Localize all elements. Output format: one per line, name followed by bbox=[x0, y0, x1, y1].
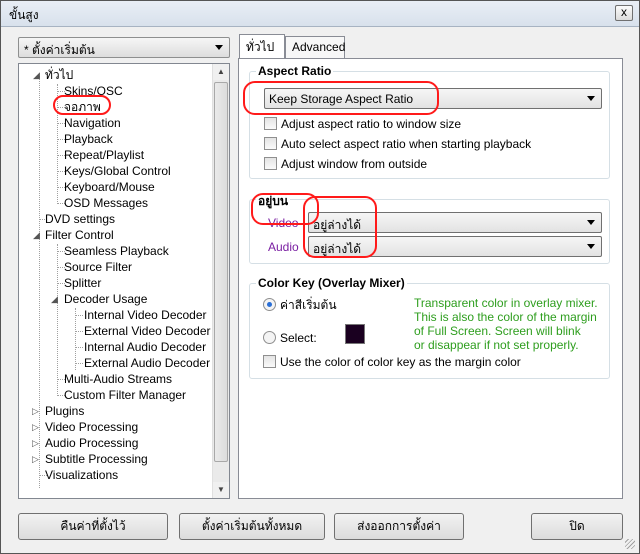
reset-all-button[interactable]: ตั้งค่าเริ่มต้นทั้งหมด bbox=[179, 513, 325, 540]
aspect-ratio-title: Aspect Ratio bbox=[256, 64, 334, 78]
chevron-down-icon bbox=[587, 220, 595, 225]
on-top-title: อยู่บน bbox=[256, 192, 291, 211]
tree-item-source-filter[interactable]: Source Filter bbox=[64, 259, 132, 275]
color-key-note: Transparent color in overlay mixer. This… bbox=[414, 296, 598, 352]
adjust-window-label: Adjust window from outside bbox=[281, 157, 428, 171]
default-color-label: ค่าสีเริ่มต้น bbox=[280, 298, 337, 312]
expand-icon[interactable]: ▷ bbox=[32, 419, 39, 435]
aspect-ratio-select[interactable]: Keep Storage Aspect Ratio bbox=[264, 88, 602, 109]
note-line: This is also the color of the margin bbox=[414, 310, 597, 324]
tree-item-filter-control[interactable]: Filter Control bbox=[45, 227, 114, 243]
tree-item-dvd-settings[interactable]: DVD settings bbox=[45, 211, 115, 227]
close-button[interactable]: ปิด bbox=[531, 513, 623, 540]
aspect-ratio-value: Keep Storage Aspect Ratio bbox=[269, 92, 414, 106]
settings-panel: Aspect Ratio Keep Storage Aspect Ratio A… bbox=[238, 58, 623, 499]
tree-item-general[interactable]: ทั่วไป bbox=[45, 67, 73, 83]
close-window-button[interactable]: x bbox=[615, 5, 633, 21]
default-color-option[interactable]: ค่าสีเริ่มต้น bbox=[263, 298, 337, 312]
window-title: ขั้นสูง bbox=[9, 8, 39, 22]
tree-item-subtitle-processing[interactable]: Subtitle Processing bbox=[45, 451, 148, 467]
preset-dropdown[interactable]: * ตั้งค่าเริ่มต้น bbox=[18, 37, 230, 58]
video-label: Video bbox=[268, 216, 299, 230]
audio-ontop-value: อยู่ล่างได้ bbox=[313, 242, 362, 256]
tree-item-display[interactable]: จอภาพ bbox=[64, 99, 101, 115]
select-color-option[interactable]: Select: bbox=[263, 331, 317, 345]
note-line: or disappear if not set properly. bbox=[414, 338, 579, 352]
tree-item-external-video-decoder[interactable]: External Video Decoder bbox=[84, 323, 211, 339]
expand-icon[interactable]: ▷ bbox=[32, 451, 39, 467]
auto-aspect-option[interactable]: Auto select aspect ratio when starting p… bbox=[264, 137, 531, 151]
tab-advanced[interactable]: Advanced bbox=[285, 36, 345, 58]
reset-button[interactable]: คืนค่าที่ตั้งไว้ bbox=[18, 513, 168, 540]
scroll-up-icon[interactable]: ▲ bbox=[213, 64, 229, 80]
tree-item-audio-processing[interactable]: Audio Processing bbox=[45, 435, 138, 451]
tree-item-keyboard-mouse[interactable]: Keyboard/Mouse bbox=[64, 179, 155, 195]
tree-scrollbar[interactable]: ▲ ▼ bbox=[212, 64, 229, 498]
chevron-down-icon bbox=[215, 45, 223, 50]
settings-tree[interactable]: ◢ ทั่วไป Skins/OSC จอภาพ Navigation Play… bbox=[18, 63, 230, 499]
tab-general[interactable]: ทั่วไป bbox=[239, 34, 285, 58]
tree-item-playback[interactable]: Playback bbox=[64, 131, 113, 147]
adjust-aspect-option[interactable]: Adjust aspect ratio to window size bbox=[264, 117, 461, 131]
tree-item-video-processing[interactable]: Video Processing bbox=[45, 419, 138, 435]
margin-color-option[interactable]: Use the color of color key as the margin… bbox=[263, 355, 521, 369]
chevron-down-icon bbox=[587, 244, 595, 249]
default-color-radio[interactable] bbox=[263, 298, 276, 311]
preset-value: * ตั้งค่าเริ่มต้น bbox=[24, 43, 95, 57]
tree-item-external-audio-decoder[interactable]: External Audio Decoder bbox=[84, 355, 210, 371]
expand-icon[interactable]: ▷ bbox=[32, 403, 39, 419]
tree-item-splitter[interactable]: Splitter bbox=[64, 275, 101, 291]
auto-aspect-label: Auto select aspect ratio when starting p… bbox=[281, 137, 532, 151]
tree-item-keys-global-control[interactable]: Keys/Global Control bbox=[64, 163, 171, 179]
on-top-group: อยู่บน Video อยู่ล่างได้ Audio อยู่ล่างไ… bbox=[249, 192, 610, 264]
title-bar[interactable]: ขั้นสูง x bbox=[1, 1, 639, 27]
collapse-icon[interactable]: ◢ bbox=[33, 227, 40, 243]
tree-item-osd-messages[interactable]: OSD Messages bbox=[64, 195, 148, 211]
scrollbar-thumb[interactable] bbox=[214, 82, 228, 462]
scroll-down-icon[interactable]: ▼ bbox=[213, 482, 229, 498]
adjust-window-checkbox[interactable] bbox=[264, 157, 277, 170]
tree-item-multi-audio-streams[interactable]: Multi-Audio Streams bbox=[64, 371, 172, 387]
tree-item-internal-audio-decoder[interactable]: Internal Audio Decoder bbox=[84, 339, 206, 355]
export-settings-button[interactable]: ส่งออกการตั้งค่า bbox=[334, 513, 464, 540]
audio-ontop-select[interactable]: อยู่ล่างได้ bbox=[308, 236, 602, 257]
chevron-down-icon bbox=[587, 96, 595, 101]
tree-item-repeat-playlist[interactable]: Repeat/Playlist bbox=[64, 147, 144, 163]
aspect-ratio-group: Aspect Ratio Keep Storage Aspect Ratio A… bbox=[249, 64, 610, 179]
collapse-icon[interactable]: ◢ bbox=[51, 291, 58, 307]
adjust-aspect-label: Adjust aspect ratio to window size bbox=[281, 117, 462, 131]
color-key-group: Color Key (Overlay Mixer) ค่าสีเริ่มต้น … bbox=[249, 276, 610, 379]
advanced-settings-window: ขั้นสูง x * ตั้งค่าเริ่มต้น ◢ ทั่วไป Ski… bbox=[0, 0, 640, 554]
tree-item-seamless-playback[interactable]: Seamless Playback bbox=[64, 243, 169, 259]
tree-item-navigation[interactable]: Navigation bbox=[64, 115, 121, 131]
tree-item-custom-filter-manager[interactable]: Custom Filter Manager bbox=[64, 387, 186, 403]
note-line: Transparent color in overlay mixer. bbox=[414, 296, 598, 310]
margin-color-checkbox[interactable] bbox=[263, 355, 276, 368]
select-color-radio[interactable] bbox=[263, 331, 276, 344]
select-color-label: Select: bbox=[280, 331, 317, 345]
color-key-title: Color Key (Overlay Mixer) bbox=[256, 276, 407, 290]
tree-item-skins-osc[interactable]: Skins/OSC bbox=[64, 83, 123, 99]
close-icon: x bbox=[621, 5, 627, 19]
resize-grip-icon[interactable] bbox=[625, 539, 635, 549]
margin-color-label: Use the color of color key as the margin… bbox=[280, 355, 521, 369]
adjust-aspect-checkbox[interactable] bbox=[264, 117, 277, 130]
expand-icon[interactable]: ▷ bbox=[32, 435, 39, 451]
color-swatch[interactable] bbox=[345, 324, 365, 344]
collapse-icon[interactable]: ◢ bbox=[33, 67, 40, 83]
auto-aspect-checkbox[interactable] bbox=[264, 137, 277, 150]
note-line: of Full Screen. Screen will blink bbox=[414, 324, 581, 338]
adjust-window-option[interactable]: Adjust window from outside bbox=[264, 157, 427, 171]
video-ontop-select[interactable]: อยู่ล่างได้ bbox=[308, 212, 602, 233]
tree-item-decoder-usage[interactable]: Decoder Usage bbox=[64, 291, 147, 307]
video-ontop-value: อยู่ล่างได้ bbox=[313, 218, 362, 232]
tree-item-visualizations[interactable]: Visualizations bbox=[45, 467, 118, 483]
tree-item-plugins[interactable]: Plugins bbox=[45, 403, 84, 419]
audio-label: Audio bbox=[268, 240, 299, 254]
tree-item-internal-video-decoder[interactable]: Internal Video Decoder bbox=[84, 307, 207, 323]
